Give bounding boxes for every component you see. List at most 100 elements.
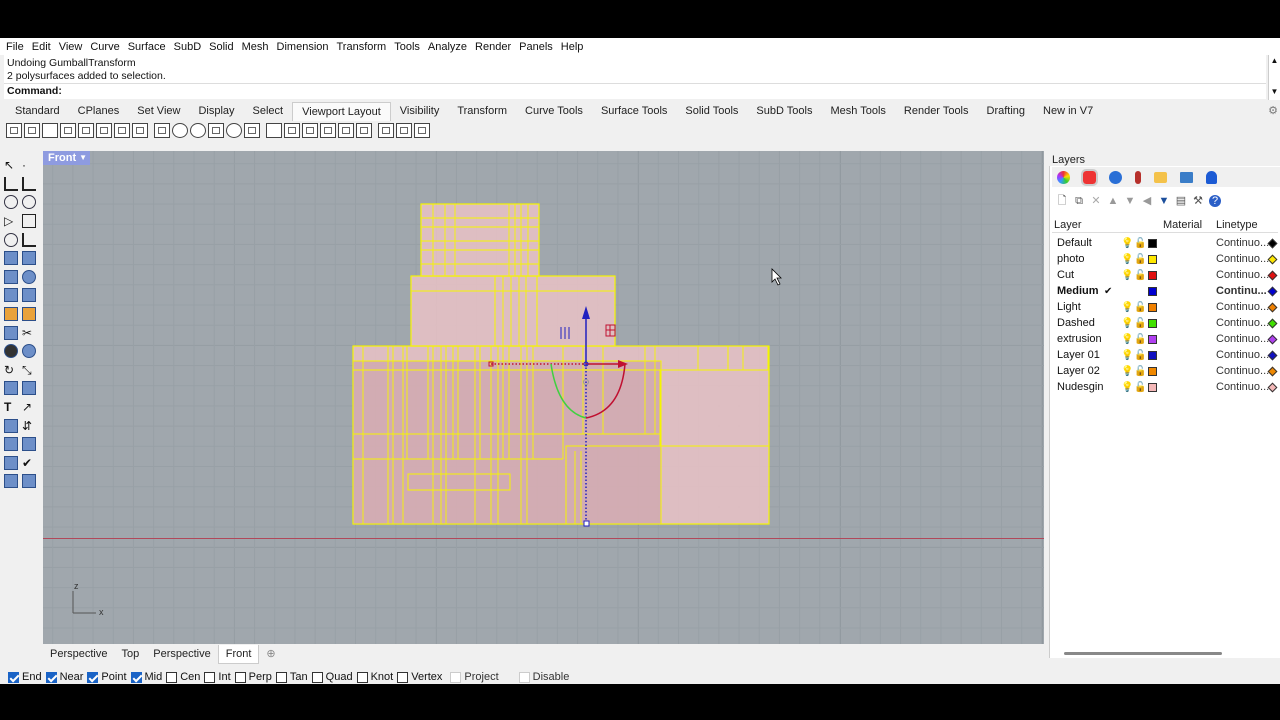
print-icon[interactable] xyxy=(378,122,394,138)
print-color-icon[interactable] xyxy=(1267,286,1278,296)
osnap-knot[interactable]: Knot xyxy=(356,671,393,683)
layer-color-swatch[interactable] xyxy=(1148,286,1157,296)
select-arrow-icon[interactable]: ↖ xyxy=(4,158,18,172)
mesh-icon[interactable] xyxy=(22,288,36,303)
checkbox[interactable] xyxy=(204,671,216,683)
check-icon[interactable]: ✔ xyxy=(22,456,36,470)
tab-mesh-tools[interactable]: Mesh Tools xyxy=(821,102,894,120)
osnap-int[interactable]: Int xyxy=(204,671,231,683)
tab-display[interactable]: Display xyxy=(189,102,243,120)
layer-row[interactable]: Light 💡 🔓 Continuo... xyxy=(1052,299,1278,315)
floating-viewport-icon[interactable] xyxy=(60,122,76,138)
layer-name[interactable]: photo xyxy=(1057,253,1085,265)
move-up-icon[interactable]: ▲ xyxy=(1107,195,1119,207)
menu-panels[interactable]: Panels xyxy=(515,41,557,53)
osnap-perp[interactable]: Perp xyxy=(234,671,272,683)
curve-icon[interactable] xyxy=(22,176,36,191)
layer-row[interactable]: Layer 02 💡 🔓 Continuo... xyxy=(1052,363,1278,379)
layer-name[interactable]: Cut xyxy=(1057,269,1074,281)
tab-solid-tools[interactable]: Solid Tools xyxy=(676,102,747,120)
vp-tab-perspective-2[interactable]: Perspective xyxy=(146,645,217,663)
layer-color-swatch[interactable] xyxy=(1148,382,1157,392)
layer-color-swatch[interactable] xyxy=(1148,270,1157,280)
viewport-title[interactable]: Front ▼ xyxy=(43,151,90,165)
detail-icon[interactable] xyxy=(284,122,300,138)
layer-color-swatch[interactable] xyxy=(1148,334,1157,344)
layer-linetype[interactable]: Continuo... xyxy=(1216,253,1269,265)
menu-edit[interactable]: Edit xyxy=(28,41,55,53)
layer-linetype[interactable]: Continuo... xyxy=(1216,237,1269,249)
tab-curve-tools[interactable]: Curve Tools xyxy=(516,102,592,120)
checkbox[interactable] xyxy=(518,671,530,683)
model-geometry[interactable] xyxy=(43,151,1044,644)
front-viewport[interactable]: Front ▼ z x xyxy=(43,151,1044,644)
layer-name[interactable]: Default xyxy=(1057,237,1092,249)
lock-icon[interactable]: 🔓 xyxy=(1134,238,1146,249)
add-viewport-icon[interactable]: ⊕ xyxy=(259,645,282,663)
page-setup-icon[interactable] xyxy=(302,122,318,138)
lock-icon[interactable]: 🔓 xyxy=(1134,254,1146,265)
properties-color-icon[interactable] xyxy=(1057,170,1070,184)
surface-icon[interactable] xyxy=(4,251,18,266)
checkbox[interactable] xyxy=(166,671,178,683)
lightbulb-icon[interactable]: 💡 xyxy=(1121,302,1133,313)
menu-subd[interactable]: SubD xyxy=(170,41,206,53)
four-viewports-icon[interactable] xyxy=(6,122,22,138)
scale-icon[interactable]: ⤡ xyxy=(22,363,36,377)
distance-icon[interactable]: ⇵ xyxy=(22,419,36,433)
material-sphere-icon[interactable] xyxy=(22,344,36,359)
layer-name[interactable]: Light xyxy=(1057,301,1081,313)
split-viewport-icon[interactable] xyxy=(24,122,40,138)
new-layer-icon[interactable]: 🗋 xyxy=(1056,195,1068,207)
layer-color-swatch[interactable] xyxy=(1148,350,1157,360)
cage-edit-icon[interactable] xyxy=(4,437,18,452)
lightbulb-icon[interactable]: 💡 xyxy=(1121,254,1133,265)
osnap-project[interactable]: Project xyxy=(450,671,499,683)
layer-linetype[interactable]: Continu... xyxy=(1216,285,1267,297)
layer-row[interactable]: Dashed 💡 🔓 Continuo... xyxy=(1052,315,1278,331)
render-sphere-icon[interactable] xyxy=(1109,170,1122,184)
dimension-icon[interactable]: ↗ xyxy=(22,400,36,414)
polyline-icon[interactable] xyxy=(4,176,18,191)
viewport-properties-icon[interactable] xyxy=(132,122,148,138)
osnap-point[interactable]: Point xyxy=(87,671,127,683)
layer-row[interactable]: Cut 💡 🔓 Continuo... xyxy=(1052,267,1278,283)
layer-linetype[interactable]: Continuo... xyxy=(1216,301,1269,313)
grid-icon[interactable] xyxy=(154,122,170,138)
new-layout-icon[interactable] xyxy=(266,122,282,138)
move-parent-icon[interactable]: ◀ xyxy=(1141,195,1153,207)
split-horizontal-icon[interactable] xyxy=(96,122,112,138)
model-space-icon[interactable] xyxy=(320,122,336,138)
vp-tab-top[interactable]: Top xyxy=(114,645,146,663)
ellipse-icon[interactable] xyxy=(4,232,18,247)
rotate-icon[interactable]: ↻ xyxy=(4,363,18,377)
vp-tab-front[interactable]: Front xyxy=(217,644,260,664)
layer-linetype[interactable]: Continuo... xyxy=(1216,317,1269,329)
vp-tab-perspective[interactable]: Perspective xyxy=(43,645,114,663)
osnap-near[interactable]: Near xyxy=(45,671,83,683)
tab-select[interactable]: Select xyxy=(244,102,293,120)
layer-linetype[interactable]: Continuo... xyxy=(1216,365,1269,377)
lock-icon[interactable]: 🔓 xyxy=(1134,270,1146,281)
layer-color-swatch[interactable] xyxy=(1148,254,1157,264)
help-icon[interactable]: ? xyxy=(1209,195,1221,207)
checkbox[interactable] xyxy=(311,671,323,683)
layer-row[interactable]: Nudesgin 💡 🔓 Continuo... xyxy=(1052,379,1278,395)
layer-linetype[interactable]: Continuo... xyxy=(1216,269,1269,281)
cylinder-icon[interactable] xyxy=(4,288,18,303)
chevron-down-icon[interactable]: ▼ xyxy=(79,151,87,165)
rectangle-icon[interactable] xyxy=(22,214,36,229)
layer-row[interactable]: extrusion 💡 🔓 Continuo... xyxy=(1052,331,1278,347)
checkbox[interactable] xyxy=(275,671,287,683)
menu-mesh[interactable]: Mesh xyxy=(238,41,273,53)
tab-drafting[interactable]: Drafting xyxy=(978,102,1035,120)
layer-name[interactable]: Layer 02 xyxy=(1057,365,1100,377)
layer-linetype[interactable]: Continuo... xyxy=(1216,333,1269,345)
osnap-vertex[interactable]: Vertex xyxy=(397,671,442,683)
layer-states-icon[interactable]: ▤ xyxy=(1175,195,1187,207)
folder-icon[interactable] xyxy=(1154,171,1167,183)
text-icon[interactable]: T xyxy=(4,400,18,414)
checkbox[interactable] xyxy=(130,671,142,683)
filter-icon[interactable]: ▼ xyxy=(1158,195,1170,207)
osnap-quad[interactable]: Quad xyxy=(311,671,353,683)
